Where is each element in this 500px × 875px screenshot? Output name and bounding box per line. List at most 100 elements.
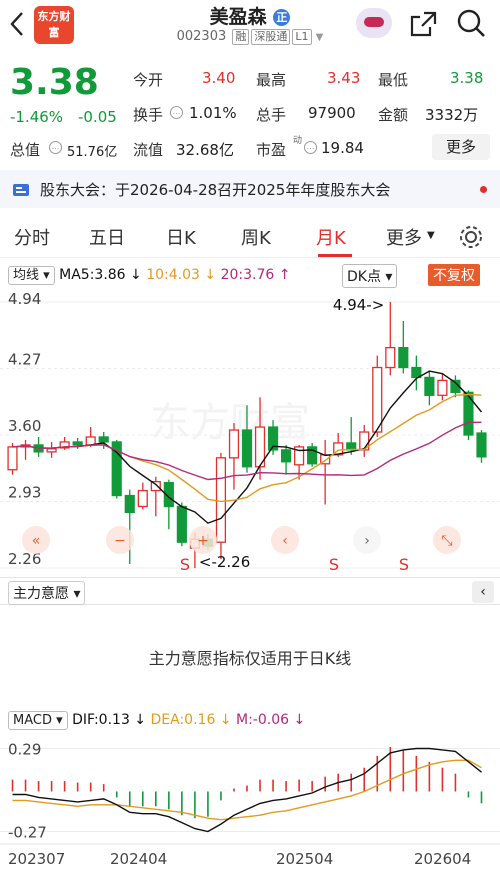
macd-chart: 0.29 -0.27 202307 202404 202504 202604 — [0, 740, 500, 868]
y-tick-label: 3.60 — [8, 417, 41, 435]
last-price: 3.38 — [10, 62, 99, 103]
pe-dynamic-mark: 动 — [293, 136, 303, 146]
notice-banner[interactable]: 股东大会：于2026-04-28召开2025年年度股东大会 — [0, 170, 500, 208]
tag-level: L1 — [292, 29, 312, 45]
candle-body — [176, 505, 187, 543]
notice-icon — [13, 184, 29, 196]
active-tab-indicator — [318, 254, 352, 257]
y-tick-label: 0.29 — [8, 740, 41, 758]
zoom-in-icon-glyph: + — [197, 533, 209, 549]
candle-body — [424, 376, 435, 396]
indicator-selector[interactable]: 均线 ▾ — [8, 266, 55, 285]
sell-signal-label: S — [180, 555, 190, 574]
x-axis-label: 202307 — [8, 850, 65, 868]
unread-dot — [480, 186, 487, 193]
candle-body — [228, 429, 240, 459]
top-bar: 东方财富 美盈森 正 002303 融深股通 L1 ▼ — [0, 0, 500, 50]
tab-monthly[interactable]: 月K — [316, 224, 346, 250]
y-tick-label: -0.27 — [8, 824, 47, 842]
volume-label: 总手 — [256, 106, 287, 124]
candle-body — [137, 489, 148, 508]
candle-body — [398, 347, 409, 369]
candle-body — [98, 436, 109, 443]
volume-value: 97900 — [308, 104, 356, 122]
high-value: 3.43 — [327, 69, 361, 87]
candle-body — [241, 429, 253, 468]
change-value: -0.05 — [78, 108, 117, 126]
candle-body — [372, 366, 383, 433]
info-icon[interactable]: … — [170, 106, 183, 119]
main-force-title: 主力意愿 — [13, 586, 69, 602]
mcap-value: 51.76亿 — [67, 145, 118, 160]
tab-daily[interactable]: 日K — [166, 224, 196, 250]
jump-start-icon-glyph: « — [32, 533, 41, 549]
macd-selector[interactable]: MACD ▾ — [8, 711, 68, 730]
candle-body — [124, 494, 135, 514]
macd-panel: MACD ▾ DIF:0.13 ↓ DEA:0.16 ↓ M:-0.06 ↓ 0… — [0, 708, 500, 875]
official-badge-icon: 正 — [273, 9, 291, 26]
dea-legend: DEA:0.16 ↓ — [150, 712, 232, 728]
turnover-value: 1.01% — [189, 104, 237, 122]
assistant-avatar-icon[interactable] — [356, 8, 392, 38]
candle-body — [476, 432, 487, 458]
tab-more[interactable]: 更多 — [386, 224, 422, 250]
more-button[interactable]: 更多 — [432, 134, 490, 160]
ma20-legend: 20:3.76 ↑ — [220, 267, 291, 283]
mcap-label: 总值 — [10, 141, 41, 159]
notice-text: 股东大会：于2026-04-28召开2025年年度股东大会 — [40, 181, 391, 199]
open-label: 今开 — [133, 71, 164, 89]
y-tick-label: 4.94 — [8, 290, 41, 308]
restore-toggle[interactable]: 不复权 — [428, 264, 480, 286]
open-value: 3.40 — [202, 69, 236, 87]
caret-down-icon: ▼ — [427, 230, 435, 241]
x-axis-label: 202404 — [110, 850, 167, 868]
candle-body — [281, 449, 292, 463]
candle-body — [46, 448, 57, 453]
low-annotation: <-2.26 — [199, 553, 250, 571]
dif-legend: DIF:0.13 ↓ — [72, 712, 147, 728]
float-value: 32.68亿 — [176, 141, 234, 159]
info-icon[interactable]: … — [49, 141, 62, 154]
sell-signal-label: S — [399, 555, 409, 574]
tab-weekly[interactable]: 周K — [241, 224, 271, 250]
low-value: 3.38 — [450, 69, 484, 87]
collapse-icon[interactable]: ‹ — [472, 581, 494, 603]
info-icon[interactable]: … — [304, 141, 317, 154]
ma10-legend: 10:4.03 ↓ — [146, 267, 217, 283]
stock-code: 002303 — [176, 29, 227, 44]
tag-margin: 融 — [232, 29, 250, 45]
main-force-selector[interactable]: 主力意愿 ▾ — [8, 581, 86, 605]
candle-body — [385, 347, 396, 369]
low-label: 最低 — [378, 71, 409, 89]
pe-label: 市盈 — [256, 141, 287, 159]
candle-body — [72, 441, 83, 446]
search-icon[interactable] — [456, 8, 488, 38]
tag-connect: 深股通 — [251, 29, 291, 45]
kline-panel: 均线 ▾ MA5:3.86 ↓ 10:4.03 ↓ 20:3.76 ↑ DK点 … — [0, 258, 500, 578]
ma5-legend: MA5:3.86 ↓ — [59, 267, 142, 283]
x-axis-label: 202604 — [414, 850, 471, 868]
change-pct: -1.46% — [10, 108, 64, 126]
scroll-right-icon-glyph: › — [364, 533, 370, 549]
candle-body — [7, 446, 18, 471]
scroll-left-icon-glyph: ‹ — [282, 533, 288, 549]
candle-body — [437, 379, 448, 396]
kline-chart[interactable]: 4.944.273.602.932.26东方财富4.94-><-2.26« − + ‹… — [0, 286, 500, 578]
zoom-out-icon-glyph: − — [114, 533, 126, 549]
fullscreen-icon-glyph: ⤡ — [441, 533, 452, 549]
x-axis-label: 202504 — [276, 850, 333, 868]
tab-five-day[interactable]: 五日 — [89, 224, 125, 250]
amount-value: 3332万 — [425, 106, 479, 124]
dk-selector[interactable]: DK点 ▾ — [342, 264, 398, 288]
macd-title: MACD — [13, 713, 52, 728]
chevron-down-icon[interactable]: ▼ — [316, 32, 324, 43]
quote-panel: 3.38 -1.46% -0.05 今开 3.40 最高 3.43 最低 3.3… — [0, 60, 500, 165]
settings-gear-icon[interactable] — [458, 224, 484, 250]
candle-body — [463, 391, 474, 436]
turnover-label: 换手 — [133, 106, 164, 124]
share-icon[interactable] — [408, 10, 438, 38]
tab-intraday[interactable]: 分时 — [14, 224, 50, 250]
dk-label: DK点 — [347, 269, 381, 285]
m-legend: M:-0.06 ↓ — [235, 712, 306, 728]
candle-body — [215, 457, 227, 543]
